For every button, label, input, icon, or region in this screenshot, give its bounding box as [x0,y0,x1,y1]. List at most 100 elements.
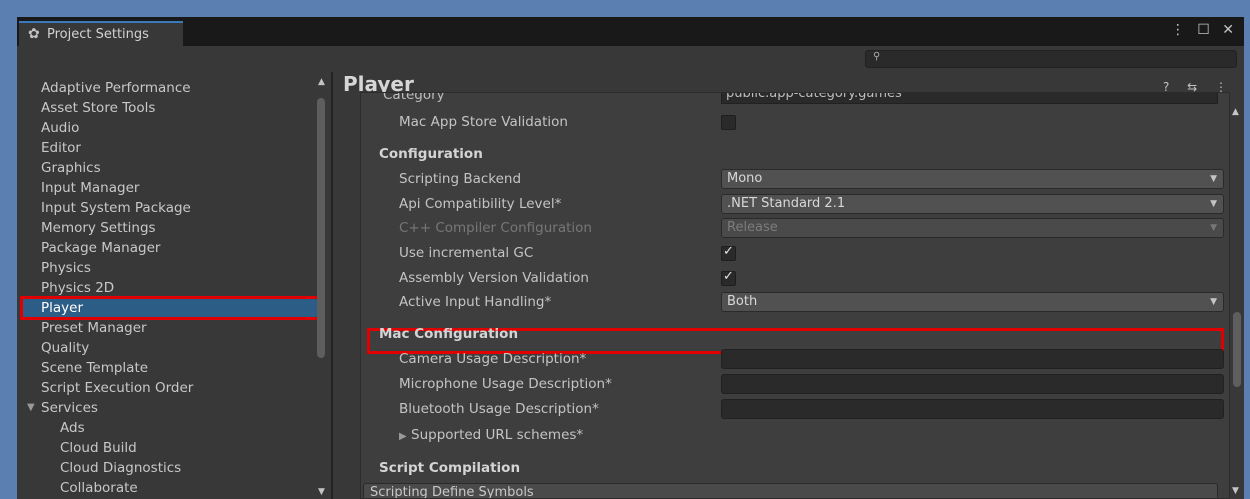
sidebar-scrollbar[interactable]: ▲ ▼ [315,72,329,499]
scroll-up-icon[interactable]: ▲ [318,77,325,87]
sidebar-item-label: Input Manager [41,180,140,196]
sidebar-item-label: Collaborate [60,480,138,496]
sidebar-item-label: Scene Template [41,360,149,376]
gear-icon: ✿ [28,26,40,42]
sidebar-item-services[interactable]: ▼ Services [22,398,318,418]
sidebar-item-label: Cloud Build [60,440,137,456]
sidebar-item-label: Cloud Diagnostics [60,460,182,476]
content-scrollbar[interactable]: ▲ ▼ [1230,92,1244,499]
cpp-compiler-label: C++ Compiler Configuration [399,220,592,236]
mac-app-store-validation-label: Mac App Store Validation [399,114,568,130]
api-compat-dropdown[interactable]: .NET Standard 2.1 ▼ [721,194,1224,214]
sidebar-item-label: Player [41,300,84,316]
sidebar-list: Adaptive Performance Asset Store Tools Aud… [20,78,320,498]
sidebar-item-input-manager[interactable]: Input Manager [22,178,318,198]
category-label: Category [383,92,445,103]
sidebar-item-label: Adaptive Performance [41,80,191,96]
api-compat-value: .NET Standard 2.1 [727,196,846,211]
sidebar-item-ads[interactable]: Ads [22,418,318,438]
incremental-gc-label: Use incremental GC [399,245,534,261]
sidebar-item-editor[interactable]: Editor [22,138,318,158]
sidebar-item-input-system-package[interactable]: Input System Package [22,198,318,218]
sidebar-item-label: Audio [41,120,80,136]
sidebar-item-label: Graphics [41,160,101,176]
url-schemes-foldout[interactable]: ▶ Supported URL schemes* [399,427,583,443]
sidebar-item-player[interactable]: Player [20,296,320,320]
sidebar-item-cloud-diagnostics[interactable]: Cloud Diagnostics [22,458,318,478]
scroll-down-icon[interactable]: ▼ [318,487,325,497]
scripting-backend-value: Mono [727,171,763,186]
chevron-down-icon: ▼ [1210,199,1217,209]
sidebar-item-label: Preset Manager [41,320,147,336]
sidebar-item-asset-store-tools[interactable]: Asset Store Tools [22,98,318,118]
sidebar-item-memory-settings[interactable]: Memory Settings [22,218,318,238]
cpp-compiler-value: Release [727,220,778,235]
sidebar-item-label: Quality [41,340,90,356]
scripting-define-symbols-field[interactable]: Scripting Define Symbols [363,483,1218,498]
url-schemes-label: Supported URL schemes* [411,427,584,443]
scroll-down-icon[interactable]: ▼ [1232,486,1239,496]
sidebar-item-collaborate[interactable]: Collaborate [22,478,318,498]
bluetooth-usage-label: Bluetooth Usage Description* [399,401,599,417]
project-settings-tab[interactable]: ✿ Project Settings [19,21,183,46]
player-inspector: Category public.app-category.games Mac A… [360,92,1230,499]
incremental-gc-checkbox[interactable]: ✓ [721,244,736,261]
sidebar-item-graphics[interactable]: Graphics [22,158,318,178]
settings-sidebar: Adaptive Performance Asset Store Tools Aud… [17,72,331,499]
scroll-thumb[interactable] [1233,312,1241,387]
scroll-thumb[interactable] [317,98,325,358]
sidebar-item-quality[interactable]: Quality [22,338,318,358]
sidebar-item-physics[interactable]: Physics [22,258,318,278]
sidebar-item-cloud-build[interactable]: Cloud Build [22,438,318,458]
sidebar-item-label: Package Manager [41,240,161,256]
sidebar-item-script-execution-order[interactable]: Script Execution Order [22,378,318,398]
sidebar-item-label: Script Execution Order [41,380,194,396]
scripting-backend-label: Scripting Backend [399,171,522,187]
active-input-value: Both [727,294,758,309]
sidebar-item-physics-2d[interactable]: Physics 2D [22,278,318,298]
api-compat-label: Api Compatibility Level* [399,196,562,212]
chevron-down-icon: ▼ [1210,174,1217,184]
camera-usage-field[interactable] [721,349,1224,369]
sidebar-item-label: Editor [41,140,81,156]
window-controls[interactable]: ⋮ ☐ ✕ [1171,22,1238,38]
assembly-validation-checkbox[interactable]: ✓ [721,269,736,286]
sidebar-item-audio[interactable]: Audio [22,118,318,138]
project-settings-window: ✿ Project Settings ⋮ ☐ ✕ ⚲ Adaptive Perf… [17,17,1244,499]
sidebar-item-label: Ads [60,420,85,436]
cpp-compiler-dropdown: Release ▼ [721,218,1224,238]
assembly-validation-label: Assembly Version Validation [399,270,589,286]
script-compilation-header: Script Compilation [379,460,521,476]
triangle-down-icon[interactable]: ▼ [27,398,35,418]
scripting-backend-dropdown[interactable]: Mono ▼ [721,169,1224,189]
mac-app-store-validation-checkbox[interactable] [721,115,736,130]
microphone-usage-label: Microphone Usage Description* [399,376,612,392]
sidebar-item-label: Physics [41,260,91,276]
settings-content: Player ? ⇆ ⋮ Category public.app-categor… [333,72,1244,499]
sidebar-item-label: Services [41,400,98,416]
active-input-label: Active Input Handling* [399,294,552,310]
sidebar-item-label: Memory Settings [41,220,156,236]
camera-usage-label: Camera Usage Description* [399,351,587,367]
active-input-dropdown[interactable]: Both ▼ [721,292,1224,312]
sidebar-item-scene-template[interactable]: Scene Template [22,358,318,378]
category-field[interactable]: public.app-category.games [721,93,1218,104]
check-icon: ✓ [723,244,734,259]
triangle-right-icon: ▶ [399,431,407,442]
mac-configuration-header: Mac Configuration [379,326,519,342]
sidebar-item-label: Input System Package [41,200,191,216]
title-bar: ✿ Project Settings ⋮ ☐ ✕ [17,17,1244,46]
chevron-down-icon: ▼ [1210,223,1217,233]
tab-title: Project Settings [47,27,149,42]
search-input[interactable]: ⚲ [865,50,1237,68]
sidebar-item-preset-manager[interactable]: Preset Manager [22,318,318,338]
configuration-header: Configuration [379,146,483,162]
toolbar: ⚲ [17,46,1244,72]
sidebar-item-adaptive-performance[interactable]: Adaptive Performance [22,78,318,98]
microphone-usage-field[interactable] [721,374,1224,394]
sidebar-item-package-manager[interactable]: Package Manager [22,238,318,258]
sidebar-item-label: Asset Store Tools [41,100,156,116]
bluetooth-usage-field[interactable] [721,399,1224,419]
scroll-up-icon[interactable]: ▲ [1232,107,1239,117]
sidebar-item-label: Physics 2D [41,280,115,296]
